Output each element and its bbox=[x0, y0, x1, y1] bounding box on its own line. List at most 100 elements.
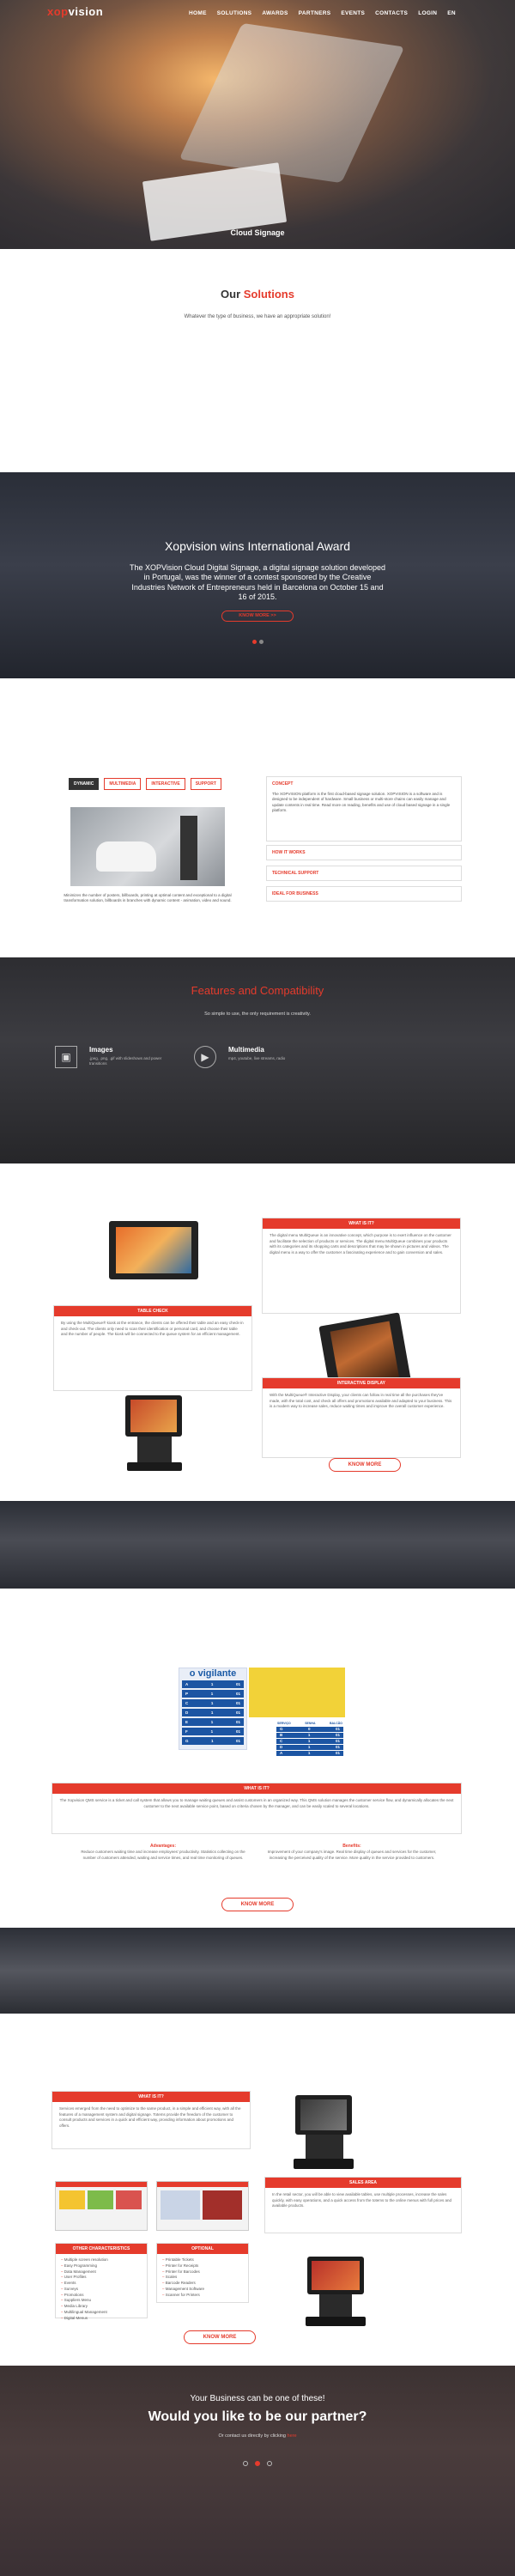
accordion-body: The XOPVISION platform is the first clou… bbox=[272, 792, 451, 812]
carousel-dot-active[interactable] bbox=[252, 640, 257, 644]
advantages-title: Advantages: bbox=[149, 1844, 176, 1849]
accordion-how-it-works[interactable]: HOW IT WORKS bbox=[266, 845, 462, 860]
list-item: – Media Library bbox=[61, 2304, 88, 2308]
list-item: – Management Software bbox=[162, 2286, 205, 2291]
other-characteristics-list: – Multiple screen resolution – Easy Prog… bbox=[56, 2254, 147, 2324]
sales-area-header: SALES AREA bbox=[265, 2178, 461, 2188]
sales-area-text: In the retail sector, you will be able t… bbox=[272, 2192, 452, 2208]
divider-band bbox=[0, 1501, 515, 1589]
list-item: – Promotions bbox=[61, 2292, 84, 2297]
qms-what-is-it-text: The Xopvision QMS service is a ticket an… bbox=[59, 1798, 454, 1808]
accordion-concept[interactable]: CONCEPT The XOPVISION platform is the fi… bbox=[266, 776, 462, 841]
pos-terminal-image bbox=[112, 1395, 197, 1474]
software-screenshot-image bbox=[156, 2181, 249, 2231]
touch-terminal-image bbox=[299, 2257, 373, 2329]
nav-item-awards[interactable]: AWARDS bbox=[262, 10, 288, 16]
partner-tagline: Your Business can be one of these! bbox=[190, 2394, 325, 2403]
qms-advantages-benefits: Advantages: Reduce customers waiting time… bbox=[77, 1844, 438, 1861]
solutions-subtitle: Whatever the type of business, we have a… bbox=[184, 314, 331, 319]
benefits-title: Benefits: bbox=[342, 1844, 361, 1849]
optional-card: OPTIONAL – Printable Tickets – Printer f… bbox=[156, 2243, 249, 2303]
tab-multimedia[interactable]: MULTIMEDIA bbox=[104, 778, 142, 790]
table-check-header: TABLE CHECK bbox=[54, 1306, 251, 1316]
other-characteristics-card: OTHER CHARACTERISTICS – Multiple screen … bbox=[55, 2243, 148, 2320]
queue-small-table: SERVIÇO SENHA BALCÃO G 0 01 B 1 01 C 1 01 D 1 01 A… bbox=[275, 1721, 345, 1759]
hero-caption: Cloud Signage bbox=[230, 228, 285, 237]
qms-know-more-button[interactable]: KNOW MORE bbox=[221, 1898, 294, 1911]
table-check-text: By using the MultiQueue® kiosk at the en… bbox=[61, 1321, 244, 1337]
queue-row: F 1 01 bbox=[182, 1728, 244, 1735]
logo[interactable]: xopvision bbox=[47, 5, 103, 18]
tab-support[interactable]: SUPPORT bbox=[190, 778, 221, 790]
nav-item-login[interactable]: LOGIN bbox=[418, 10, 437, 16]
table-check-card: TABLE CHECK By using the MultiQueue® kio… bbox=[53, 1305, 252, 1391]
list-item: – Surveys bbox=[61, 2286, 79, 2291]
nav-item-contacts[interactable]: CONTACTS bbox=[375, 10, 408, 16]
top-navigation: xopvision HOME SOLUTIONS AWARDS PARTNERS… bbox=[0, 0, 515, 29]
qms-what-is-it-card: WHAT IS IT? The Xopvision QMS service is… bbox=[52, 1783, 462, 1834]
what-is-it-header: WHAT IS IT? bbox=[263, 1218, 460, 1229]
feature-desc: mp4, youtube, live streams, radio bbox=[228, 1056, 286, 1060]
carousel-dot[interactable] bbox=[267, 2461, 272, 2466]
queue-row: G 0 01 bbox=[276, 1727, 343, 1732]
multiqueue-know-more-button[interactable]: KNOW MORE bbox=[329, 1458, 401, 1472]
advantages-block: Advantages: Reduce customers waiting time… bbox=[77, 1844, 249, 1861]
list-item: – Printable Tickets bbox=[162, 2257, 194, 2262]
list-item: – Barcode Readers bbox=[162, 2281, 196, 2285]
tablet-image bbox=[109, 1221, 198, 1279]
software-screenshot-image bbox=[55, 2181, 148, 2231]
queue-row: A 1 01 bbox=[182, 1680, 244, 1688]
queue-row: E 1 01 bbox=[182, 1718, 244, 1726]
dynamic-signage-image bbox=[70, 807, 225, 886]
carousel-dot[interactable] bbox=[259, 640, 264, 644]
carousel-dot-active[interactable] bbox=[255, 2461, 260, 2466]
accordion-technical-support[interactable]: TECHNICAL SUPPORT bbox=[266, 866, 462, 881]
queue-row: G 1 01 bbox=[182, 1737, 244, 1745]
list-item: – Multilingual Management bbox=[61, 2309, 107, 2314]
nav-item-language[interactable]: EN bbox=[447, 10, 456, 16]
list-item: – User Profiles bbox=[61, 2275, 87, 2280]
award-title: Xopvision wins International Award bbox=[164, 539, 351, 553]
accordion-title: CONCEPT bbox=[272, 781, 294, 787]
totem-know-more-button[interactable]: KNOW MORE bbox=[184, 2330, 256, 2344]
tab-dynamic[interactable]: DYNAMIC bbox=[69, 778, 100, 790]
list-item: – Scales bbox=[162, 2275, 178, 2280]
optional-list: – Printable Tickets – Printer for Receip… bbox=[157, 2254, 248, 2301]
nav-item-partners[interactable]: PARTNERS bbox=[299, 10, 331, 16]
queue-row: D 1 01 bbox=[276, 1745, 343, 1750]
carousel-dot[interactable] bbox=[243, 2461, 248, 2466]
list-item: – Events bbox=[61, 2281, 76, 2285]
totem-what-is-it-header: WHAT IS IT? bbox=[52, 2092, 250, 2102]
list-item: – Easy Programming bbox=[61, 2263, 98, 2268]
totem-what-is-it-card: WHAT IS IT? Services emerged from the ne… bbox=[52, 2091, 251, 2149]
feature-name: Multimedia bbox=[228, 1046, 264, 1054]
list-item: – Printer for Receipts bbox=[162, 2263, 199, 2268]
queue-row: A 1 01 bbox=[276, 1751, 343, 1756]
sales-area-card: SALES AREA In the retail sector, you wil… bbox=[264, 2177, 462, 2233]
list-item: – Multiple screen resolution bbox=[61, 2257, 108, 2262]
contact-link[interactable]: here bbox=[288, 2433, 297, 2439]
interactive-display-card: INTERACTIVE DISPLAY With the MultiQueue®… bbox=[262, 1377, 461, 1458]
what-is-it-text: The digital menu MultiQueue is an innova… bbox=[270, 1233, 451, 1255]
benefits-block: Benefits: Improvement of your company's i… bbox=[267, 1844, 437, 1860]
nav-item-events[interactable]: EVENTS bbox=[341, 10, 365, 16]
queue-row: B 1 01 bbox=[276, 1733, 343, 1738]
partner-title: Would you like to be our partner? bbox=[148, 2409, 367, 2424]
tab-interactive[interactable]: INTERACTIVE bbox=[146, 778, 185, 790]
feature-name: Images bbox=[89, 1046, 113, 1054]
tab-description: Minimizes the number of posters, billboa… bbox=[64, 893, 232, 903]
divider-band-handshake bbox=[0, 1928, 515, 2014]
other-characteristics-header: OTHER CHARACTERISTICS bbox=[56, 2244, 147, 2254]
nav-item-solutions[interactable]: SOLUTIONS bbox=[217, 10, 252, 16]
accordion-ideal-for-business[interactable]: IDEAL FOR BUSINESS bbox=[266, 886, 462, 902]
award-know-more-button[interactable]: KNOW MORE >> bbox=[221, 611, 294, 622]
optional-header: OPTIONAL bbox=[157, 2244, 248, 2254]
queue-row: C 1 01 bbox=[276, 1739, 343, 1744]
what-is-it-card: WHAT IS IT? The digital menu MultiQueue … bbox=[262, 1218, 461, 1314]
feature-desc: .jpeg, .png, .gif with slideshows and po… bbox=[89, 1056, 162, 1066]
features-subtitle: So simple to use, the only requirement i… bbox=[204, 1012, 311, 1017]
list-item: – Suppliers Menu bbox=[61, 2298, 92, 2303]
queue-row: D 1 01 bbox=[182, 1709, 244, 1716]
nav-item-home[interactable]: HOME bbox=[189, 10, 207, 16]
partner-contact-line: Or contact us directly by clicking here bbox=[218, 2433, 297, 2439]
